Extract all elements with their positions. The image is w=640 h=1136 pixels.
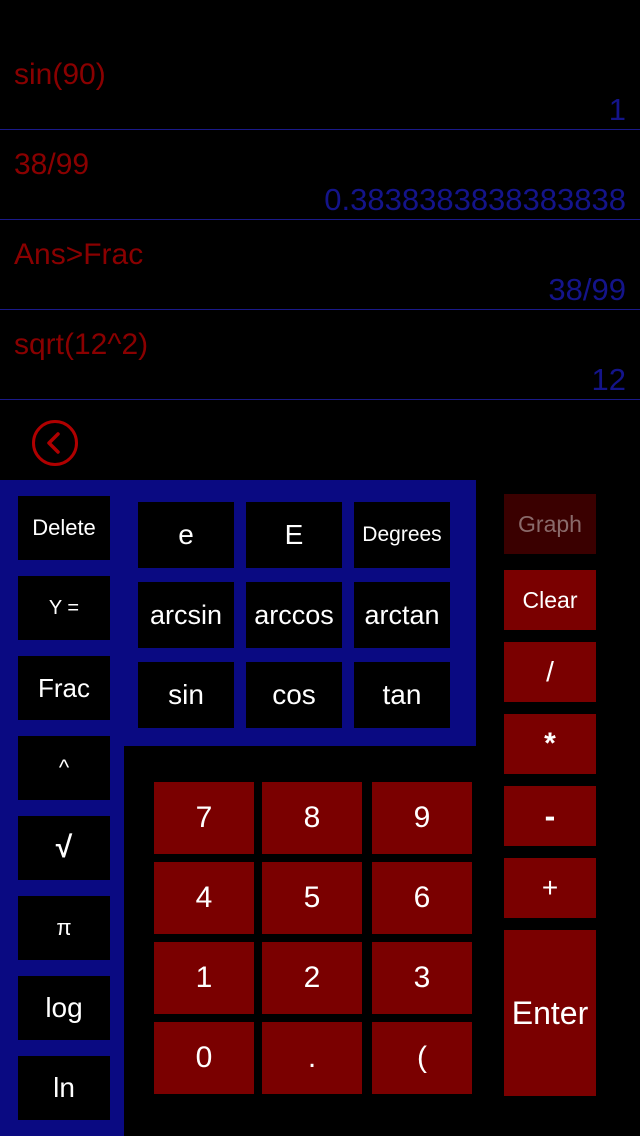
enter-button[interactable]: Enter: [504, 930, 596, 1096]
history-result: 0.3838383838383838: [324, 182, 626, 217]
delete-button[interactable]: Delete: [18, 496, 110, 560]
frac-button[interactable]: Frac: [18, 656, 110, 720]
history-expression: 38/99: [14, 148, 90, 181]
e-constant-button[interactable]: e: [138, 502, 234, 568]
power-button[interactable]: ^: [18, 736, 110, 800]
sin-button[interactable]: sin: [138, 662, 234, 728]
arctan-button[interactable]: arctan: [354, 582, 450, 648]
graph-button[interactable]: Graph: [504, 494, 596, 554]
history-entry[interactable]: sin(90) 1: [0, 40, 640, 130]
plus-button[interactable]: +: [504, 858, 596, 918]
digit-7-button[interactable]: 7: [154, 782, 254, 854]
back-button[interactable]: [32, 420, 78, 466]
minus-button[interactable]: -: [504, 786, 596, 846]
arcsin-button[interactable]: arcsin: [138, 582, 234, 648]
history-result: 1: [608, 92, 626, 127]
history-expression: sqrt(12^2): [14, 328, 149, 361]
digit-9-button[interactable]: 9: [372, 782, 472, 854]
sqrt-button[interactable]: √: [18, 816, 110, 880]
divide-button[interactable]: /: [504, 642, 596, 702]
clear-button[interactable]: Clear: [504, 570, 596, 630]
digit-6-button[interactable]: 6: [372, 862, 472, 934]
tan-button[interactable]: tan: [354, 662, 450, 728]
exponent-e-button[interactable]: E: [246, 502, 342, 568]
history-entry[interactable]: Ans>Frac 38/99: [0, 220, 640, 310]
log-button[interactable]: log: [18, 976, 110, 1040]
digit-2-button[interactable]: 2: [262, 942, 362, 1014]
arccos-button[interactable]: arccos: [246, 582, 342, 648]
open-paren-button[interactable]: (: [372, 1022, 472, 1094]
digit-3-button[interactable]: 3: [372, 942, 472, 1014]
digit-1-button[interactable]: 1: [154, 942, 254, 1014]
digit-4-button[interactable]: 4: [154, 862, 254, 934]
chevron-left-circle-icon: [47, 432, 60, 454]
multiply-button[interactable]: *: [504, 714, 596, 774]
degrees-button[interactable]: Degrees: [354, 502, 450, 568]
history-expression: sin(90): [14, 58, 106, 91]
decimal-point-button[interactable]: .: [262, 1022, 362, 1094]
pi-button[interactable]: π: [18, 896, 110, 960]
cos-button[interactable]: cos: [246, 662, 342, 728]
history-result: 38/99: [548, 272, 626, 307]
y-equals-button[interactable]: Y =: [18, 576, 110, 640]
history-expression: Ans>Frac: [14, 238, 144, 271]
digit-5-button[interactable]: 5: [262, 862, 362, 934]
history-entry[interactable]: sqrt(12^2) 12: [0, 310, 640, 400]
digit-8-button[interactable]: 8: [262, 782, 362, 854]
ln-button[interactable]: ln: [18, 1056, 110, 1120]
digit-0-button[interactable]: 0: [154, 1022, 254, 1094]
history-result: 12: [591, 362, 626, 397]
history-list: sin(90) 1 38/99 0.3838383838383838 Ans>F…: [0, 0, 640, 400]
history-entry[interactable]: 38/99 0.3838383838383838: [0, 130, 640, 220]
